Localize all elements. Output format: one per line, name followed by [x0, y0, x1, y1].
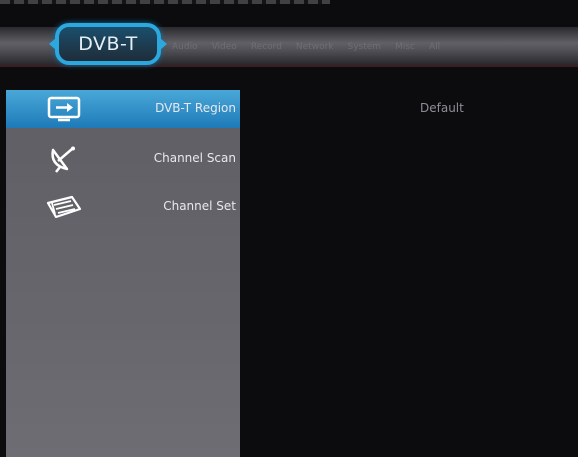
active-tab-label: DVB-T	[78, 33, 138, 55]
tab-dvb-t[interactable]: DVB-T	[55, 23, 161, 65]
tab-misc[interactable]: Misc	[395, 42, 415, 52]
tab-all[interactable]: All	[429, 42, 440, 52]
menu-item-dvb-t-region[interactable]: DVB-T Region	[6, 90, 240, 128]
satellite-dish-icon	[44, 145, 84, 173]
settings-sidebar: DVB-T Region Channel Scan Channel Set	[6, 90, 240, 457]
tab-video[interactable]: Video	[212, 42, 237, 52]
menu-item-label: DVB-T Region	[155, 101, 236, 115]
menu-item-label: Channel Scan	[153, 151, 236, 165]
tab-prev-arrow-icon[interactable]	[49, 38, 56, 50]
menu-item-channel-scan[interactable]: Channel Scan	[6, 140, 240, 178]
tab-strip: Audio Video Record Network System Misc A…	[172, 27, 440, 67]
tab-record[interactable]: Record	[251, 42, 282, 52]
tab-system[interactable]: System	[348, 42, 382, 52]
region-value: Default	[420, 101, 464, 115]
tab-network[interactable]: Network	[296, 42, 334, 52]
tab-audio[interactable]: Audio	[172, 42, 198, 52]
menu-item-channel-set[interactable]: Channel Set	[6, 188, 240, 226]
tv-input-icon	[44, 95, 84, 123]
tab-next-arrow-icon[interactable]	[160, 38, 167, 50]
settings-screen: DVB-T Audio Video Record Network System …	[0, 0, 578, 457]
menu-item-label: Channel Set	[163, 199, 236, 213]
channel-list-icon	[44, 193, 84, 221]
top-decoration	[0, 0, 330, 4]
